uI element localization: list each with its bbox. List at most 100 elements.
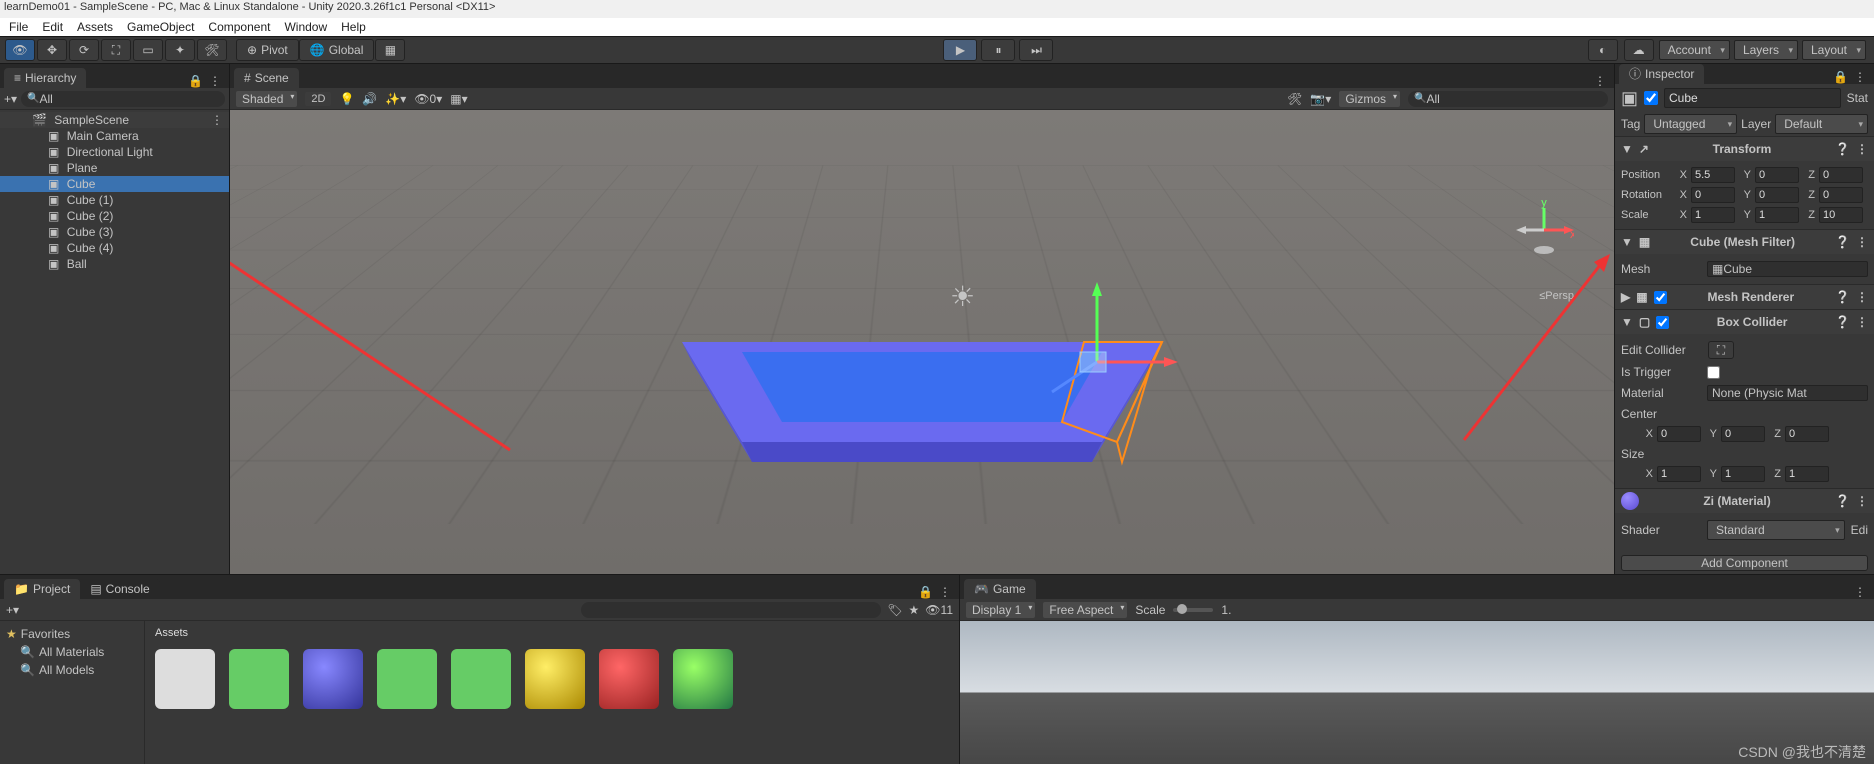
menu-help[interactable]: Help	[334, 20, 373, 34]
hierarchy-item-cube3[interactable]: ▣ Cube (3)	[0, 224, 229, 240]
static-label[interactable]: Stat	[1847, 91, 1868, 105]
asset-item[interactable]	[451, 649, 511, 709]
menu-icon[interactable]: ⋮	[939, 585, 951, 599]
menu-window[interactable]: Window	[277, 20, 334, 34]
scene-menu-icon[interactable]: ⋮	[211, 113, 229, 127]
create-dropdown[interactable]: +▾	[6, 603, 19, 617]
help-icon[interactable]: ❔	[1835, 290, 1850, 304]
menu-icon[interactable]: ⋮	[1856, 290, 1868, 304]
shader-dropdown[interactable]: Standard	[1707, 520, 1845, 540]
layer-dropdown[interactable]: Default	[1775, 114, 1868, 134]
account-dropdown[interactable]: Account	[1659, 40, 1730, 60]
is-trigger-checkbox[interactable]	[1707, 366, 1720, 379]
asset-item[interactable]	[599, 649, 659, 709]
menu-edit[interactable]: Edit	[35, 20, 70, 34]
edit-collider-button[interactable]: ⛶	[1708, 341, 1734, 359]
game-viewport[interactable]	[960, 621, 1874, 764]
menu-icon[interactable]: ⋮	[1856, 494, 1868, 508]
menu-component[interactable]: Component	[201, 20, 277, 34]
add-component-button[interactable]: Add Component	[1621, 555, 1868, 571]
scale-y[interactable]	[1755, 207, 1799, 223]
physic-material-field[interactable]: None (Physic Mat	[1707, 385, 1868, 401]
position-z[interactable]	[1819, 167, 1863, 183]
lock-icon[interactable]: 🔒	[918, 585, 933, 599]
menu-icon[interactable]: ⋮	[209, 74, 221, 88]
custom-tool[interactable]: 🛠	[197, 39, 227, 61]
hierarchy-tab[interactable]: ≡Hierarchy	[4, 68, 86, 88]
help-icon[interactable]: ❔	[1835, 494, 1850, 508]
audio-toggle-icon[interactable]: 🔊	[362, 93, 377, 105]
help-icon[interactable]: ❔	[1835, 142, 1850, 156]
asset-item[interactable]	[673, 649, 733, 709]
pause-button[interactable]: ⏸	[981, 39, 1015, 61]
all-models[interactable]: 🔍 All Models	[6, 661, 138, 679]
rotation-y[interactable]	[1755, 187, 1799, 203]
move-tool[interactable]: ✥	[37, 39, 67, 61]
game-tab[interactable]: 🎮Game	[964, 579, 1036, 599]
favorite-icon[interactable]: ★	[909, 604, 920, 616]
asset-item[interactable]	[229, 649, 289, 709]
scale-tool[interactable]: ⛶	[101, 39, 131, 61]
display-dropdown[interactable]: Display 1	[966, 602, 1035, 618]
center-z[interactable]	[1785, 426, 1829, 442]
snap-toggle[interactable]: ▦	[375, 39, 405, 61]
hierarchy-search[interactable]: 🔍 All	[21, 91, 225, 107]
scale-z[interactable]	[1819, 207, 1863, 223]
transform-tool[interactable]: ✦	[165, 39, 195, 61]
layout-dropdown[interactable]: Layout	[1802, 40, 1866, 60]
hidden-objects[interactable]: 👁0▾	[414, 92, 442, 106]
position-y[interactable]	[1755, 167, 1799, 183]
light-toggle-icon[interactable]: 💡	[339, 93, 354, 105]
assets-breadcrumb[interactable]: Assets	[155, 627, 949, 643]
size-y[interactable]	[1721, 466, 1765, 482]
active-checkbox[interactable]	[1644, 91, 1658, 105]
layers-dropdown[interactable]: Layers	[1734, 40, 1798, 60]
grid-toggle-icon[interactable]: ▦▾	[450, 93, 467, 105]
menu-icon[interactable]: ⋮	[1856, 142, 1868, 156]
hierarchy-item-plane[interactable]: ▣ Plane	[0, 160, 229, 176]
mesh-field[interactable]: ▦ Cube	[1707, 261, 1868, 277]
asset-item[interactable]	[155, 649, 215, 709]
collider-enabled[interactable]	[1656, 316, 1669, 329]
menu-icon[interactable]: ⋮	[1856, 315, 1868, 329]
tools-icon[interactable]: 🛠	[1287, 93, 1302, 105]
fx-toggle-icon[interactable]: ✨▾	[385, 93, 406, 105]
scene-search[interactable]: 🔍 All	[1408, 91, 1608, 107]
step-button[interactable]: ⏭	[1019, 39, 1053, 61]
gizmos-dropdown[interactable]: Gizmos	[1339, 91, 1400, 107]
menu-icon[interactable]: ⋮	[1594, 74, 1606, 88]
scale-slider[interactable]	[1173, 608, 1213, 612]
project-search[interactable]	[581, 602, 881, 618]
tag-dropdown[interactable]: Untagged	[1644, 114, 1737, 134]
collab-button[interactable]: ◐	[1588, 39, 1618, 61]
play-button[interactable]: ▶	[943, 39, 977, 61]
asset-item[interactable]	[377, 649, 437, 709]
inspector-tab[interactable]: ⓘInspector	[1619, 64, 1704, 84]
size-z[interactable]	[1785, 466, 1829, 482]
center-y[interactable]	[1721, 426, 1765, 442]
rotation-x[interactable]	[1691, 187, 1735, 203]
edit-material-button[interactable]: Edi	[1851, 523, 1868, 537]
menu-file[interactable]: File	[2, 20, 35, 34]
console-tab[interactable]: ▤Console	[80, 579, 159, 599]
position-x[interactable]	[1691, 167, 1735, 183]
rotation-z[interactable]	[1819, 187, 1863, 203]
help-icon[interactable]: ❔	[1835, 315, 1850, 329]
lock-icon[interactable]: 🔒	[188, 74, 203, 88]
menu-icon[interactable]: ⋮	[1854, 585, 1866, 599]
shading-dropdown[interactable]: Shaded	[236, 91, 297, 107]
center-x[interactable]	[1657, 426, 1701, 442]
hand-tool[interactable]: 👁	[5, 39, 35, 61]
hierarchy-item-camera[interactable]: ▣ Main Camera	[0, 128, 229, 144]
hierarchy-item-cube[interactable]: ▣ Cube	[0, 176, 229, 192]
favorites-folder[interactable]: ★ Favorites	[6, 625, 138, 643]
scale-x[interactable]	[1691, 207, 1735, 223]
menu-icon[interactable]: ⋮	[1854, 70, 1866, 84]
create-dropdown[interactable]: +▾	[4, 92, 17, 106]
all-materials[interactable]: 🔍 All Materials	[6, 643, 138, 661]
hierarchy-item-ball[interactable]: ▣ Ball	[0, 256, 229, 272]
rect-tool[interactable]: ▭	[133, 39, 163, 61]
hierarchy-item-cube2[interactable]: ▣ Cube (2)	[0, 208, 229, 224]
menu-gameobject[interactable]: GameObject	[120, 20, 201, 34]
rotate-tool[interactable]: ⟳	[69, 39, 99, 61]
